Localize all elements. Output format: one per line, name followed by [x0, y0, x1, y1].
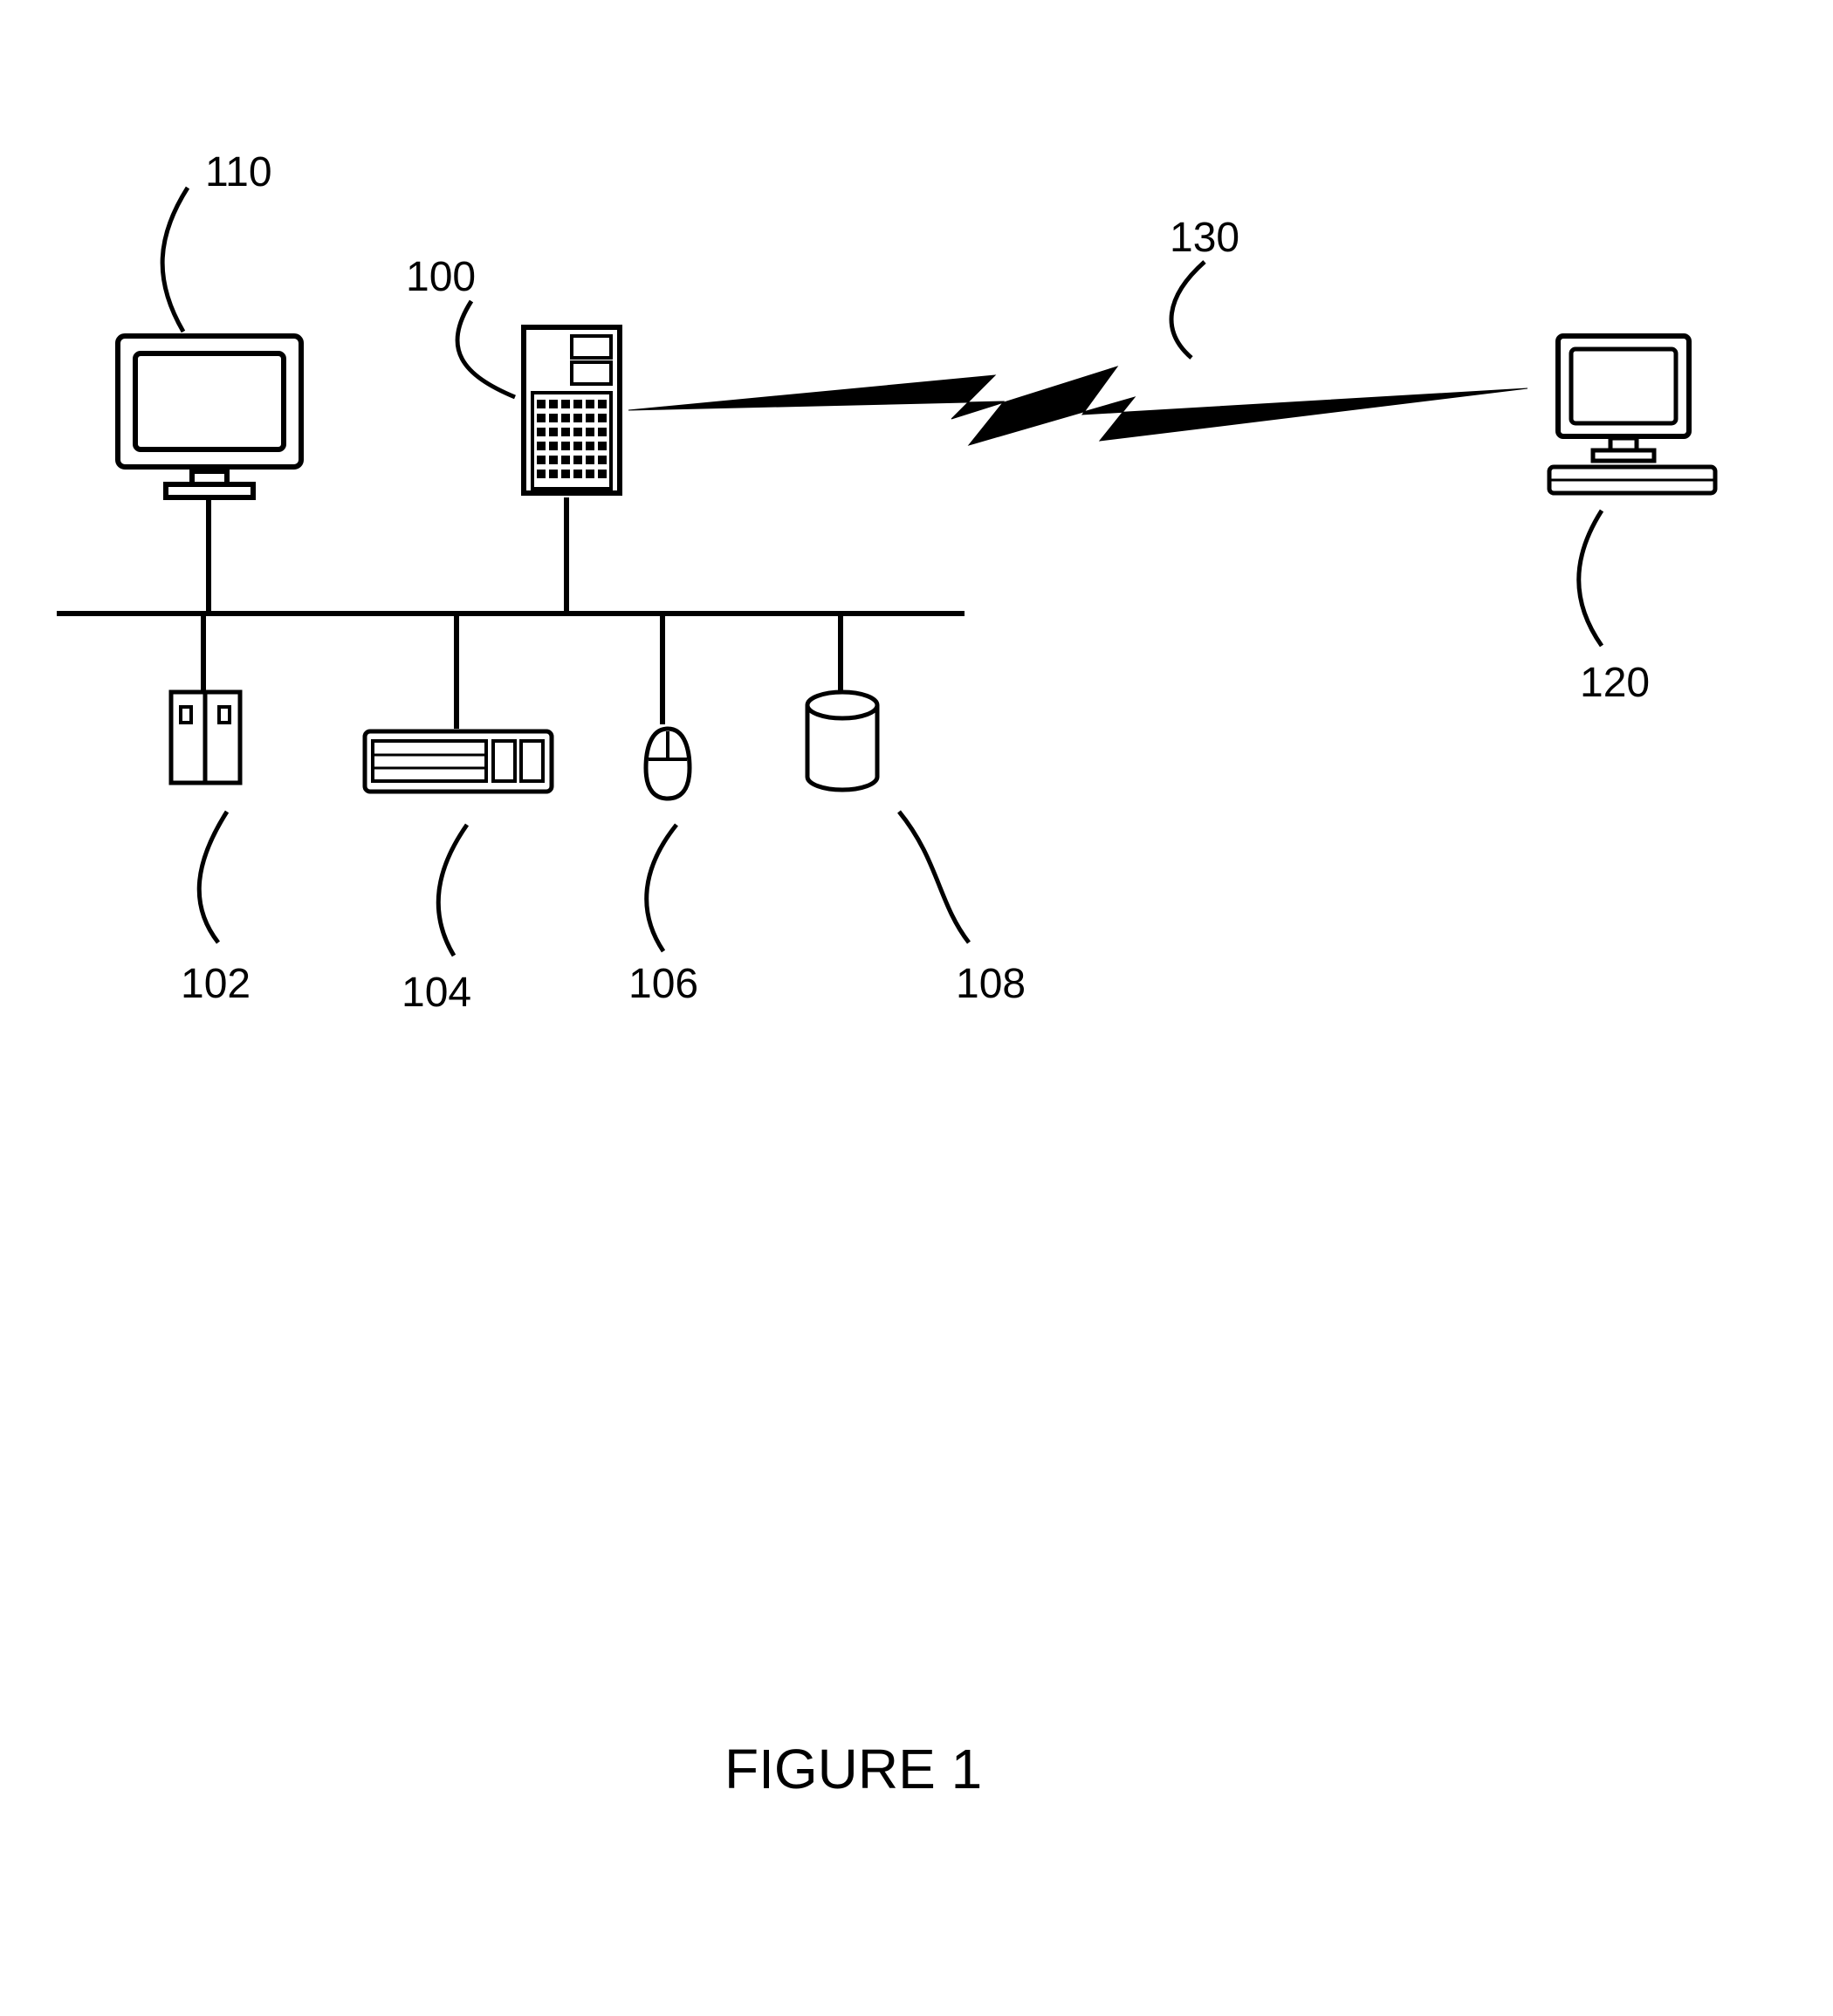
label-120: 120 [1580, 659, 1650, 707]
label-110: 110 [205, 148, 272, 196]
label-104: 104 [402, 969, 471, 1017]
label-108: 108 [956, 960, 1026, 1008]
figure-caption: FIGURE 1 [724, 1737, 982, 1801]
label-130: 130 [1170, 214, 1239, 262]
label-100: 100 [406, 253, 476, 301]
diagram-page: 110 100 130 120 102 104 106 108 FIGURE 1 [0, 0, 1833, 2016]
leader-lines [0, 0, 1833, 1135]
label-102: 102 [181, 960, 251, 1008]
label-106: 106 [628, 960, 698, 1008]
